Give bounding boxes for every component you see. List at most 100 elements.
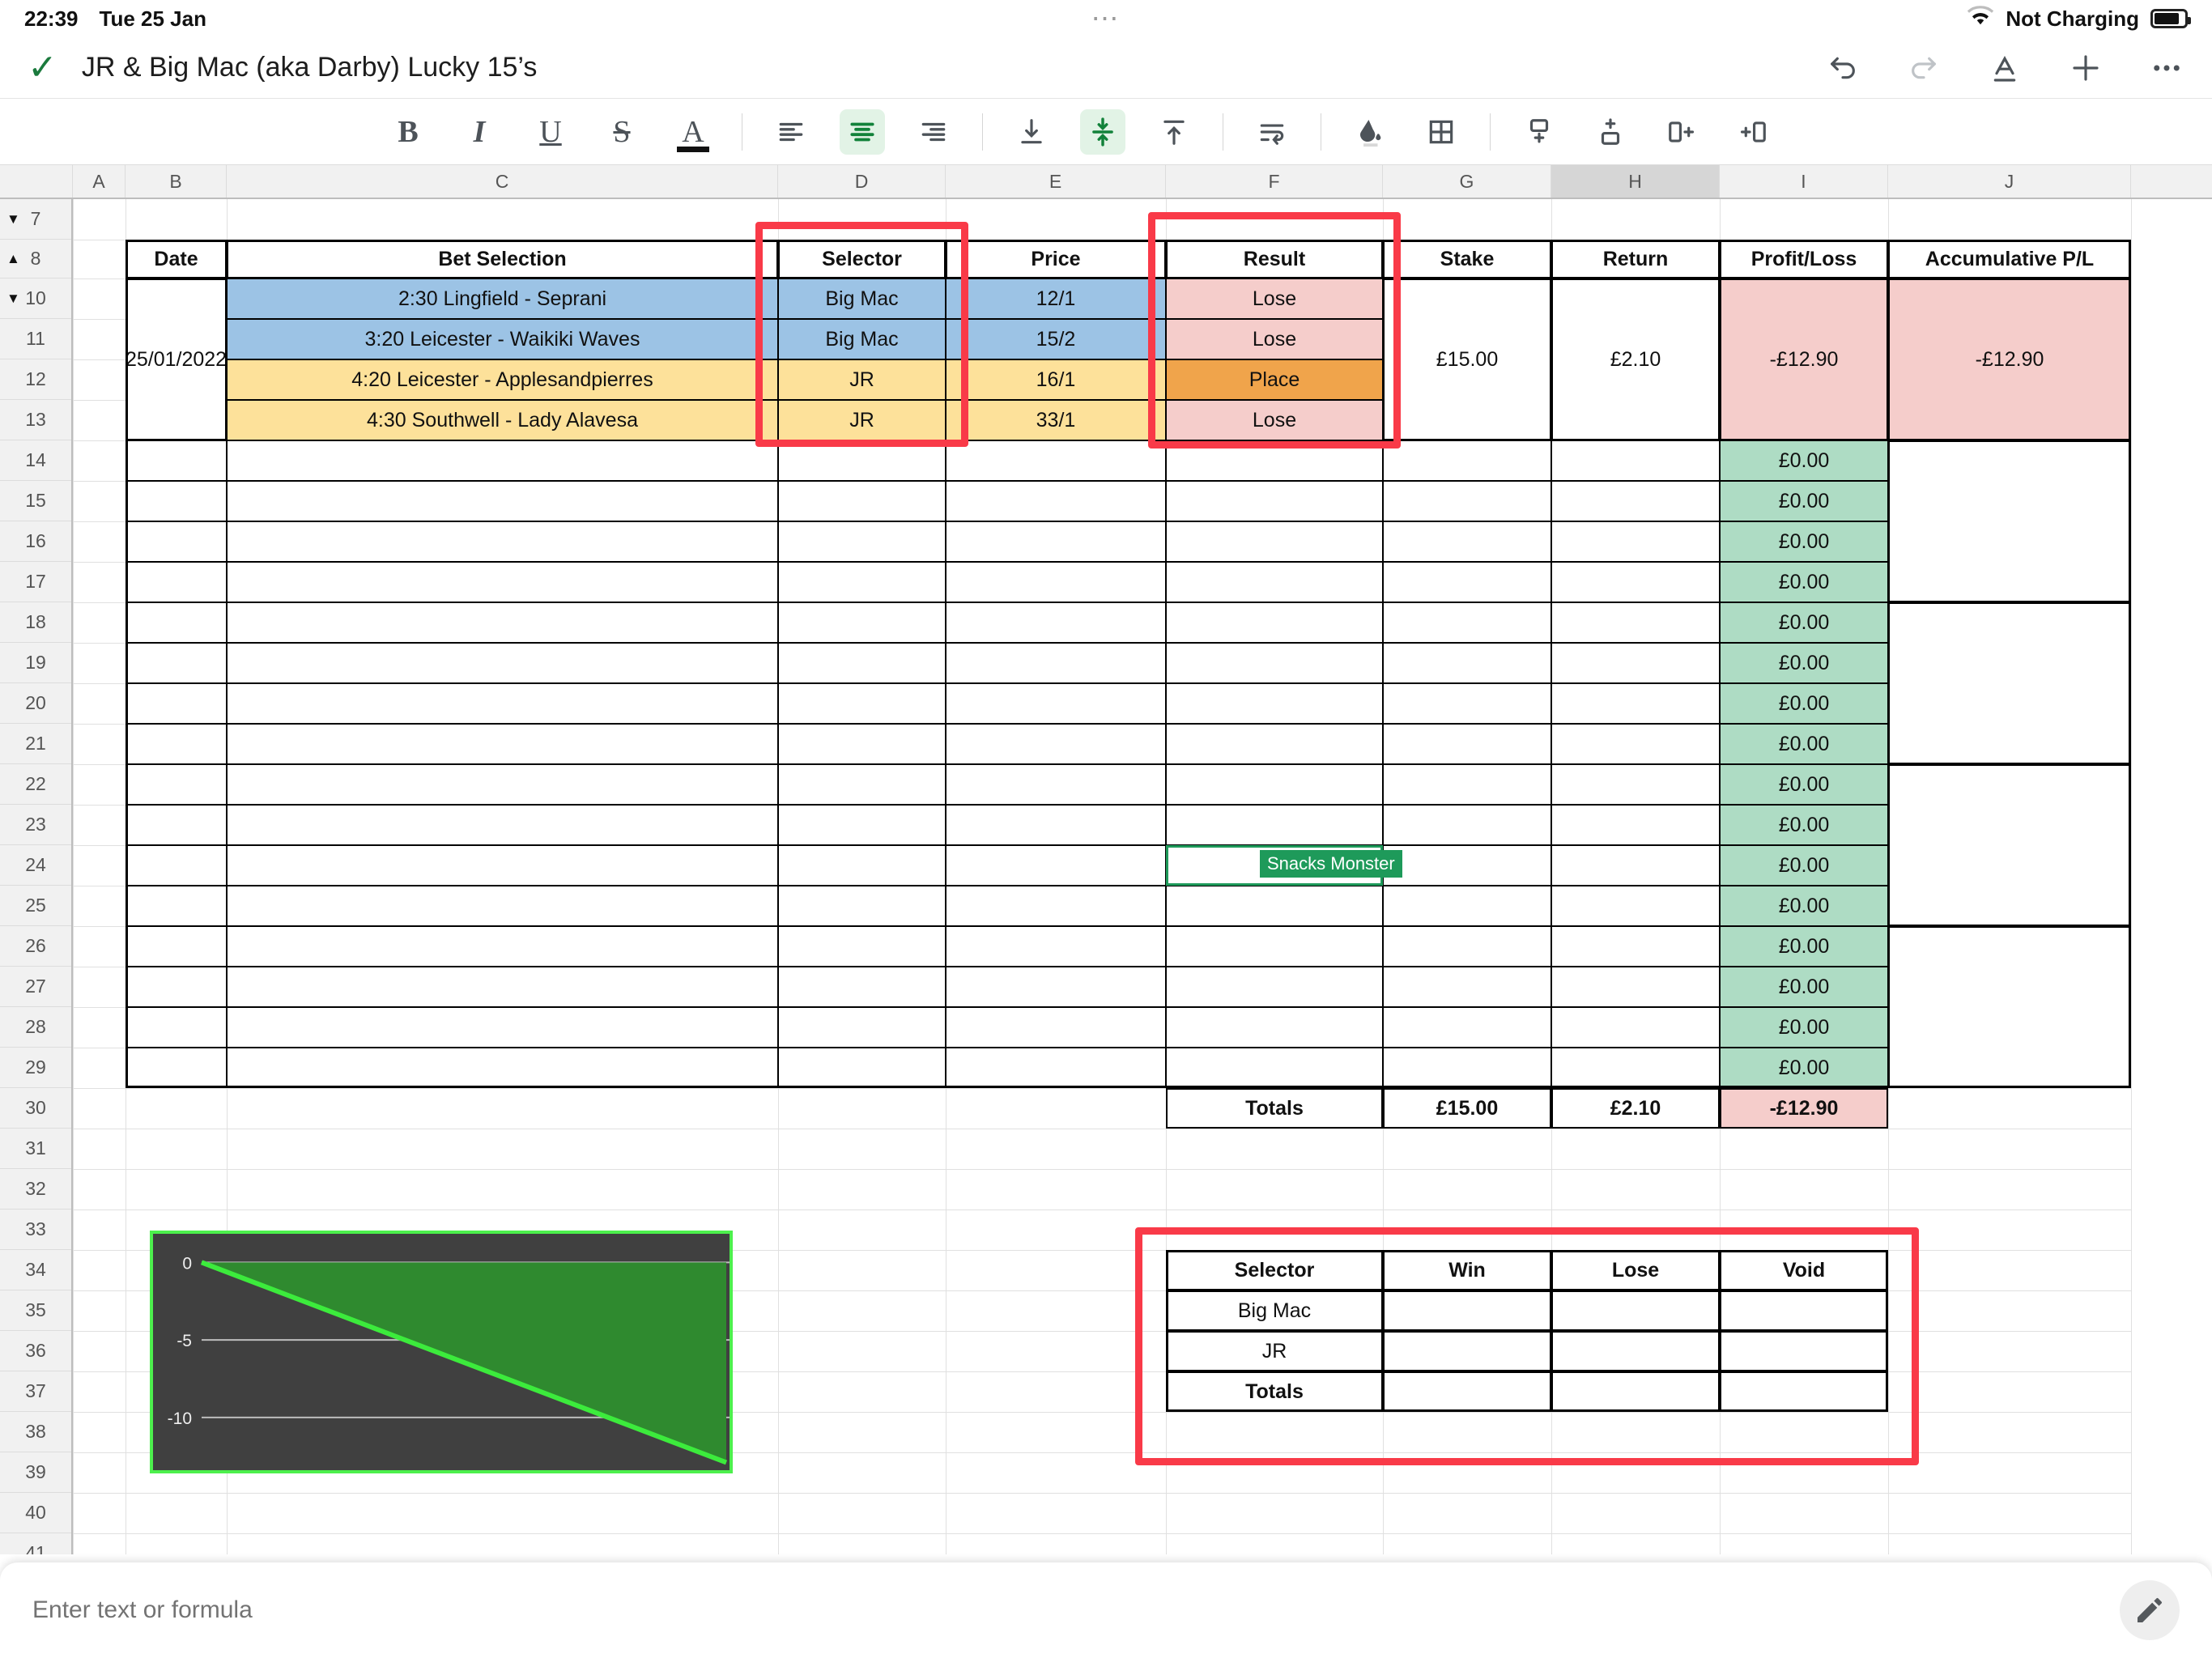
- accumulative-empty-merged[interactable]: [1888, 602, 2131, 764]
- result-cell[interactable]: Lose: [1166, 400, 1383, 440]
- row-header-17[interactable]: 17: [0, 562, 71, 602]
- empty-cell[interactable]: [1551, 521, 1720, 562]
- empty-cell[interactable]: [227, 440, 778, 481]
- empty-cell[interactable]: [1383, 1007, 1551, 1048]
- empty-cell[interactable]: [1551, 926, 1720, 967]
- bet-table-header-6[interactable]: Return: [1551, 240, 1720, 278]
- empty-cell[interactable]: [778, 845, 946, 886]
- redo-icon[interactable]: [1906, 50, 1942, 86]
- empty-cell[interactable]: [125, 967, 227, 1007]
- column-header-J[interactable]: J: [1888, 165, 2131, 198]
- grabber-dots-icon[interactable]: ⋯: [1091, 5, 1121, 32]
- insert-row-below-button[interactable]: [1516, 109, 1562, 155]
- row-header-23[interactable]: 23: [0, 805, 71, 845]
- row-header-40[interactable]: 40: [0, 1493, 71, 1533]
- row-header-27[interactable]: 27: [0, 967, 71, 1007]
- empty-cell[interactable]: [778, 764, 946, 805]
- accumulative-empty-merged[interactable]: [1888, 440, 2131, 602]
- summary-selector-cell[interactable]: Big Mac: [1166, 1290, 1383, 1331]
- column-header-H[interactable]: H: [1551, 165, 1720, 198]
- row-header-33[interactable]: 33: [0, 1209, 71, 1250]
- summary-void-cell[interactable]: [1720, 1371, 1888, 1412]
- empty-cell[interactable]: [1551, 764, 1720, 805]
- empty-cell[interactable]: [1551, 562, 1720, 602]
- empty-cell[interactable]: [778, 967, 946, 1007]
- empty-cell[interactable]: [778, 683, 946, 724]
- align-right-button[interactable]: [911, 109, 956, 155]
- row-header-8[interactable]: ▲ 8: [0, 240, 71, 278]
- bet-table-header-1[interactable]: Bet Selection: [227, 240, 778, 278]
- undo-icon[interactable]: [1825, 50, 1861, 86]
- summary-void-cell[interactable]: [1720, 1331, 1888, 1371]
- summary-win-cell[interactable]: [1383, 1290, 1551, 1331]
- empty-cell[interactable]: [1383, 683, 1551, 724]
- bet-selection-cell[interactable]: 4:20 Leicester - Applesandpierres: [227, 359, 778, 400]
- bet-table-header-4[interactable]: Result: [1166, 240, 1383, 278]
- empty-cell[interactable]: [1383, 1048, 1551, 1088]
- empty-cell[interactable]: [1383, 967, 1551, 1007]
- price-cell[interactable]: 16/1: [946, 359, 1166, 400]
- column-header-I[interactable]: I: [1720, 165, 1888, 198]
- column-header-E[interactable]: E: [946, 165, 1166, 198]
- empty-cell[interactable]: [125, 683, 227, 724]
- row-header-34[interactable]: 34: [0, 1250, 71, 1290]
- underline-button[interactable]: U: [528, 109, 573, 155]
- empty-cell[interactable]: [1166, 1007, 1383, 1048]
- empty-cell[interactable]: [946, 562, 1166, 602]
- accumulative-zero-cell[interactable]: £0.00: [1720, 440, 1888, 481]
- accumulative-zero-cell[interactable]: £0.00: [1720, 562, 1888, 602]
- empty-cell[interactable]: [1551, 967, 1720, 1007]
- row-header-24[interactable]: 24: [0, 845, 71, 886]
- selector-cell[interactable]: Big Mac: [778, 278, 946, 319]
- empty-cell[interactable]: [125, 926, 227, 967]
- empty-cell[interactable]: [946, 1007, 1166, 1048]
- row-header-30[interactable]: 30: [0, 1088, 71, 1129]
- row-header-32[interactable]: 32: [0, 1169, 71, 1209]
- empty-cell[interactable]: [125, 764, 227, 805]
- empty-cell[interactable]: [1166, 562, 1383, 602]
- empty-cell[interactable]: [778, 521, 946, 562]
- totals-stake-cell[interactable]: £15.00: [1383, 1088, 1551, 1129]
- empty-cell[interactable]: [778, 724, 946, 764]
- empty-cell[interactable]: [1166, 521, 1383, 562]
- price-cell[interactable]: 15/2: [946, 319, 1166, 359]
- row-header-10[interactable]: ▼ 10: [0, 278, 71, 319]
- empty-cell[interactable]: [1166, 481, 1383, 521]
- strikethrough-button[interactable]: S: [599, 109, 644, 155]
- empty-cell[interactable]: [1383, 643, 1551, 683]
- accumulative-zero-cell[interactable]: £0.00: [1720, 926, 1888, 967]
- empty-cell[interactable]: [946, 1048, 1166, 1088]
- selector-cell[interactable]: JR: [778, 359, 946, 400]
- row-header-21[interactable]: 21: [0, 724, 71, 764]
- align-left-button[interactable]: [768, 109, 814, 155]
- empty-cell[interactable]: [778, 602, 946, 643]
- summary-header-1[interactable]: Win: [1383, 1250, 1551, 1290]
- collapse-up-icon[interactable]: ▲: [6, 251, 20, 267]
- row-header-28[interactable]: 28: [0, 1007, 71, 1048]
- selector-cell[interactable]: JR: [778, 400, 946, 440]
- accumulative-zero-cell[interactable]: £0.00: [1720, 521, 1888, 562]
- empty-cell[interactable]: [1383, 562, 1551, 602]
- empty-cell[interactable]: [778, 643, 946, 683]
- empty-cell[interactable]: [946, 805, 1166, 845]
- bet-selection-cell[interactable]: 3:20 Leicester - Waikiki Waves: [227, 319, 778, 359]
- row-header-22[interactable]: 22: [0, 764, 71, 805]
- row-header-37[interactable]: 37: [0, 1371, 71, 1412]
- bet-table-header-8[interactable]: Accumulative P/L: [1888, 240, 2131, 278]
- accumulative-empty-merged[interactable]: [1888, 764, 2131, 926]
- column-header-C[interactable]: C: [227, 165, 778, 198]
- empty-cell[interactable]: [227, 886, 778, 926]
- corner-cell[interactable]: [0, 165, 73, 198]
- summary-lose-cell[interactable]: [1551, 1290, 1720, 1331]
- empty-cell[interactable]: [946, 926, 1166, 967]
- empty-cell[interactable]: [1166, 643, 1383, 683]
- insert-column-left-button[interactable]: [1730, 109, 1776, 155]
- accumulative-zero-cell[interactable]: £0.00: [1720, 886, 1888, 926]
- row-header-41[interactable]: 41: [0, 1533, 71, 1554]
- column-header-G[interactable]: G: [1383, 165, 1551, 198]
- stake-cell[interactable]: £15.00: [1383, 278, 1551, 440]
- bet-selection-cell[interactable]: 2:30 Lingfield - Seprani: [227, 278, 778, 319]
- accumulative-zero-cell[interactable]: £0.00: [1720, 845, 1888, 886]
- empty-cell[interactable]: [946, 521, 1166, 562]
- empty-cell[interactable]: [1383, 440, 1551, 481]
